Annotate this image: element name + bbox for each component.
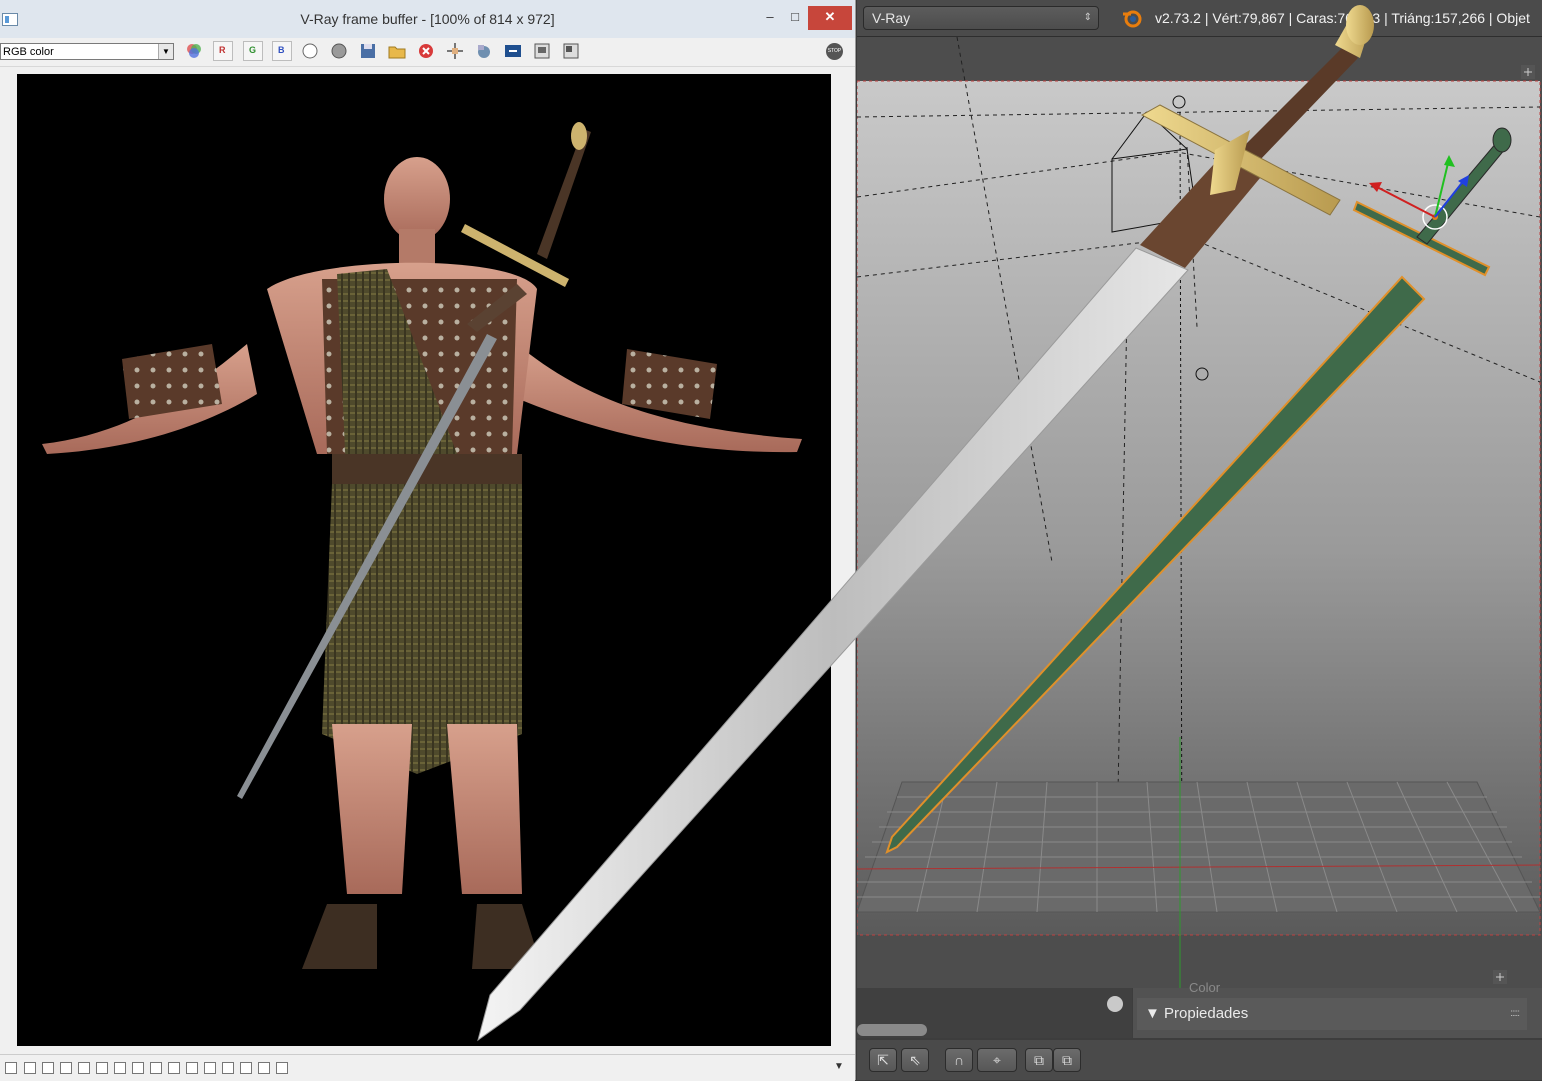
propiedades-panel-header[interactable]: ▼ Propiedades :::::	[1137, 998, 1527, 1030]
status-icon[interactable]	[24, 1062, 36, 1074]
info-icon[interactable]	[42, 1062, 54, 1074]
render-image	[17, 74, 831, 1046]
scene-statistics: v2.73.2 | Vért:79,867 | Caras:76,633 | T…	[1155, 10, 1530, 26]
pin-icon[interactable]: ⇱	[869, 1048, 897, 1072]
lens-effects-icon[interactable]	[503, 41, 523, 61]
red-channel-icon[interactable]: R	[213, 41, 233, 61]
status-icon[interactable]	[186, 1062, 198, 1074]
blue-channel-icon[interactable]: B	[272, 41, 292, 61]
color-label: Color	[1189, 980, 1221, 995]
close-button[interactable]: ✕	[808, 6, 852, 30]
region-render-icon[interactable]	[561, 41, 581, 61]
open-image-icon[interactable]	[387, 41, 407, 61]
rgb-channels-icon[interactable]	[184, 41, 204, 61]
drag-grip-icon[interactable]: :::::	[1510, 998, 1520, 1030]
vfb-toolbar: RGB color ▼ R G B STOP	[0, 38, 855, 67]
alpha-channel-icon[interactable]	[329, 41, 349, 61]
paste-pose-icon[interactable]: ⧉	[1053, 1048, 1081, 1072]
blender-logo-icon	[1123, 10, 1142, 28]
channel-select[interactable]: RGB color ▼	[0, 43, 174, 60]
status-icon[interactable]	[204, 1062, 216, 1074]
blender-window: V-Ray ⇕ v2.73.2 | Vért:79,867 | Caras:76…	[857, 0, 1542, 1080]
status-icon[interactable]	[276, 1062, 288, 1074]
maximize-button[interactable]: □	[785, 6, 805, 30]
bottom-panels: Color ▼ Propiedades ::::: ⇱ ⇖ ∩ ⌖ ⧉ ⧉	[857, 980, 1542, 1080]
window-title: V-Ray frame buffer - [100% of 814 x 972]	[300, 11, 555, 27]
vfb-statusbar: ▼	[0, 1054, 855, 1081]
chevron-down-icon: ▼	[158, 44, 173, 59]
viewport-header-toolbar: ⇱ ⇖ ∩ ⌖ ⧉ ⧉	[857, 1040, 1542, 1080]
status-icon[interactable]	[258, 1062, 270, 1074]
history-icon[interactable]	[532, 41, 552, 61]
channel-select-value: RGB color	[3, 46, 54, 58]
status-icon[interactable]	[150, 1062, 162, 1074]
floor-grid	[857, 781, 1541, 913]
propiedades-label: ▼ Propiedades	[1145, 1005, 1249, 1022]
snap-magnet-icon[interactable]: ∩	[945, 1048, 973, 1072]
snap-target-icon[interactable]: ⌖	[977, 1048, 1017, 1072]
minimize-button[interactable]: ‒	[755, 6, 785, 30]
status-icon[interactable]	[96, 1062, 108, 1074]
updown-arrow-icon: ⇕	[1083, 12, 1092, 23]
outliner-panel[interactable]	[857, 988, 1132, 1038]
status-icon[interactable]	[222, 1062, 234, 1074]
status-icon[interactable]	[132, 1062, 144, 1074]
vray-frame-buffer-window: V-Ray frame buffer - [100% of 814 x 972]…	[0, 0, 856, 1081]
region-expand-icon[interactable]	[1521, 65, 1535, 79]
scroll-handle[interactable]	[1107, 996, 1123, 1012]
save-image-icon[interactable]	[358, 41, 378, 61]
status-icon[interactable]	[5, 1062, 17, 1074]
status-dropdown-arrow[interactable]: ▼	[834, 1061, 844, 1072]
status-icon[interactable]	[168, 1062, 180, 1074]
parent-icon[interactable]: ⇖	[901, 1048, 929, 1072]
green-channel-icon[interactable]: G	[243, 41, 263, 61]
window-titlebar[interactable]: V-Ray frame buffer - [100% of 814 x 972]…	[0, 0, 855, 38]
render-engine-value: V-Ray	[872, 10, 911, 26]
status-icon[interactable]	[60, 1062, 72, 1074]
status-icon[interactable]	[114, 1062, 126, 1074]
status-icon[interactable]	[78, 1062, 90, 1074]
info-header: V-Ray ⇕ v2.73.2 | Vért:79,867 | Caras:76…	[857, 0, 1542, 37]
warrior-figure	[42, 122, 802, 969]
stop-render-button[interactable]: STOP	[826, 43, 843, 60]
mono-channel-icon[interactable]	[300, 41, 320, 61]
scrollbar[interactable]	[857, 1024, 927, 1036]
status-icon[interactable]	[240, 1062, 252, 1074]
clear-image-icon[interactable]	[416, 41, 436, 61]
copy-pose-icon[interactable]: ⧉	[1025, 1048, 1053, 1072]
render-engine-select[interactable]: V-Ray ⇕	[863, 6, 1099, 30]
link-to-render-icon[interactable]	[474, 41, 494, 61]
properties-panel: Color ▼ Propiedades :::::	[1133, 980, 1542, 1038]
region-expand-icon[interactable]	[1493, 970, 1507, 984]
3d-viewport[interactable]	[857, 37, 1542, 988]
track-mouse-icon[interactable]	[445, 41, 465, 61]
